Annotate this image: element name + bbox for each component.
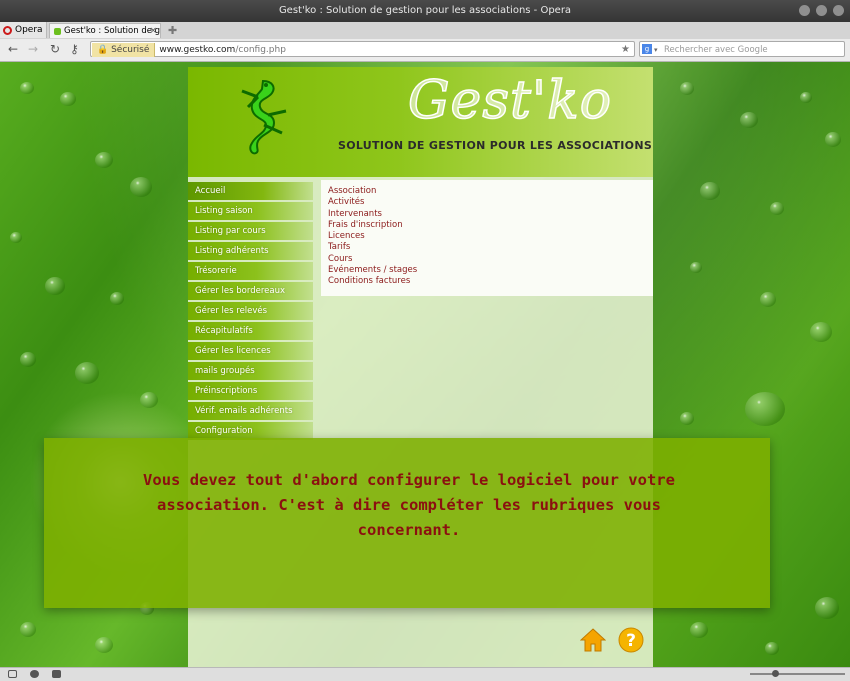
water-drop	[690, 622, 708, 638]
menu-item-gerer-les-licences[interactable]: Gérer les licences	[188, 342, 313, 360]
submenu-link[interactable]: Activités	[328, 197, 646, 208]
window-title: Gest'ko : Solution de gestion pour les a…	[278, 5, 572, 16]
bookmark-star-icon[interactable]: ★	[621, 42, 630, 58]
tab-title: Gest'ko : Solution de g...	[64, 26, 161, 36]
menu-item-preinscriptions[interactable]: Préinscriptions	[188, 382, 313, 400]
back-icon[interactable]: ←	[8, 42, 18, 56]
water-drop	[20, 352, 36, 367]
menu-item-mails-groupes[interactable]: mails groupés	[188, 362, 313, 380]
water-drop	[130, 177, 152, 197]
menu-item-tresorerie[interactable]: Trésorerie	[188, 262, 313, 280]
reload-icon[interactable]: ↻	[50, 42, 60, 56]
config-notice-overlay: Vous devez tout d'abord configurer le lo…	[44, 438, 770, 608]
site-tagline: SOLUTION DE GESTION POUR LES ASSOCIATION…	[338, 139, 653, 152]
google-icon: g	[642, 44, 652, 54]
panel-toggle-icon[interactable]	[8, 670, 17, 678]
water-drop	[60, 92, 76, 106]
water-drop	[765, 642, 779, 655]
home-icon[interactable]	[580, 627, 606, 653]
zoom-slider[interactable]	[750, 670, 845, 677]
water-drop	[20, 622, 36, 637]
water-drop	[95, 152, 113, 168]
secure-label: Sécurisé	[111, 45, 150, 55]
water-drop	[810, 322, 832, 342]
water-drop	[10, 232, 22, 243]
menu-item-listing-saison[interactable]: Listing saison	[188, 202, 313, 220]
water-drop	[20, 82, 34, 94]
submenu-link[interactable]: Intervenants	[328, 209, 646, 220]
sync-cloud-icon[interactable]	[30, 670, 39, 678]
water-drop	[760, 292, 776, 307]
help-icon[interactable]: ?	[618, 627, 644, 653]
search-field[interactable]: g ▾ Rechercher avec Google	[639, 41, 845, 57]
site-logo-title: Gest'ko	[407, 70, 613, 132]
water-drop	[45, 277, 65, 295]
submenu-link[interactable]: Tarifs	[328, 242, 646, 253]
chevron-down-icon[interactable]: ▾	[654, 42, 658, 58]
menu-item-gerer-les-bordereaux[interactable]: Gérer les bordereaux	[188, 282, 313, 300]
water-drop	[680, 82, 694, 95]
water-drop	[110, 292, 124, 305]
water-drop	[95, 637, 113, 653]
config-notice-message: Vous devez tout d'abord configurer le lo…	[143, 471, 675, 539]
favicon-icon	[54, 28, 61, 35]
water-drop	[680, 412, 694, 425]
water-drop	[815, 597, 839, 619]
tab-bar: Opera Gest'ko : Solution de g... × ✚	[0, 22, 850, 40]
opera-menu-button[interactable]: Opera	[0, 22, 47, 38]
configuration-submenu: Association Activités Intervenants Frais d'…	[321, 180, 653, 296]
submenu-link[interactable]: Association	[328, 186, 646, 197]
url-host: www.gestko.com	[159, 45, 236, 55]
menu-item-accueil[interactable]: Accueil	[188, 182, 313, 200]
page-viewport: Gest'ko SOLUTION DE GESTION POUR LES ASS…	[0, 62, 850, 667]
lizard-logo-icon[interactable]	[228, 75, 298, 155]
url-field[interactable]: 🔒 Sécurisé www.gestko.com/config.php ★	[90, 41, 635, 57]
key-icon[interactable]: ⚷	[70, 42, 79, 56]
water-drop	[690, 262, 702, 273]
menu-item-verif-emails-adherents[interactable]: Vérif. emails adhérents	[188, 402, 313, 420]
zoom-slider-handle[interactable]	[772, 670, 779, 677]
water-drop	[825, 132, 841, 147]
opera-logo-icon	[3, 26, 12, 35]
menu-item-recapitulatifs[interactable]: Récapitulatifs	[188, 322, 313, 340]
search-placeholder: Rechercher avec Google	[664, 45, 768, 55]
main-menu: Accueil Listing saison Listing par cours Li…	[188, 182, 313, 442]
site-header: Gest'ko SOLUTION DE GESTION POUR LES ASS…	[188, 67, 653, 177]
water-drop	[700, 182, 720, 200]
submenu-link[interactable]: Conditions factures	[328, 276, 646, 287]
window-controls	[799, 5, 844, 16]
close-icon[interactable]	[833, 5, 844, 16]
maximize-icon[interactable]	[816, 5, 827, 16]
new-tab-icon[interactable]: ✚	[168, 24, 177, 37]
water-drop	[770, 202, 784, 215]
status-bar	[0, 667, 850, 681]
water-drop	[745, 392, 785, 426]
svg-text:?: ?	[626, 631, 636, 651]
forward-icon[interactable]: →	[28, 42, 38, 56]
menu-item-listing-par-cours[interactable]: Listing par cours	[188, 222, 313, 240]
opera-menu-label: Opera	[15, 25, 43, 35]
turbo-icon[interactable]	[52, 670, 61, 678]
water-drop	[800, 92, 812, 103]
tab-close-icon[interactable]: ×	[149, 24, 157, 38]
url-path: /config.php	[235, 45, 286, 55]
menu-item-listing-adherents[interactable]: Listing adhérents	[188, 242, 313, 260]
water-drop	[740, 112, 758, 128]
menu-item-gerer-les-releves[interactable]: Gérer les relevés	[188, 302, 313, 320]
submenu-link[interactable]: Frais d'inscription	[328, 220, 646, 231]
address-toolbar: ← → ↻ ⚷ 🔒 Sécurisé www.gestko.com/config.…	[0, 39, 850, 62]
water-drop	[140, 392, 158, 408]
window-titlebar: Gest'ko : Solution de gestion pour les a…	[0, 0, 850, 22]
submenu-link[interactable]: Cours	[328, 254, 646, 265]
minimize-icon[interactable]	[799, 5, 810, 16]
browser-tab[interactable]: Gest'ko : Solution de g... ×	[49, 23, 161, 38]
submenu-link[interactable]: Licences	[328, 231, 646, 242]
water-drop	[75, 362, 99, 384]
submenu-link[interactable]: Evénements / stages	[328, 265, 646, 276]
secure-badge[interactable]: 🔒 Sécurisé	[92, 43, 156, 57]
